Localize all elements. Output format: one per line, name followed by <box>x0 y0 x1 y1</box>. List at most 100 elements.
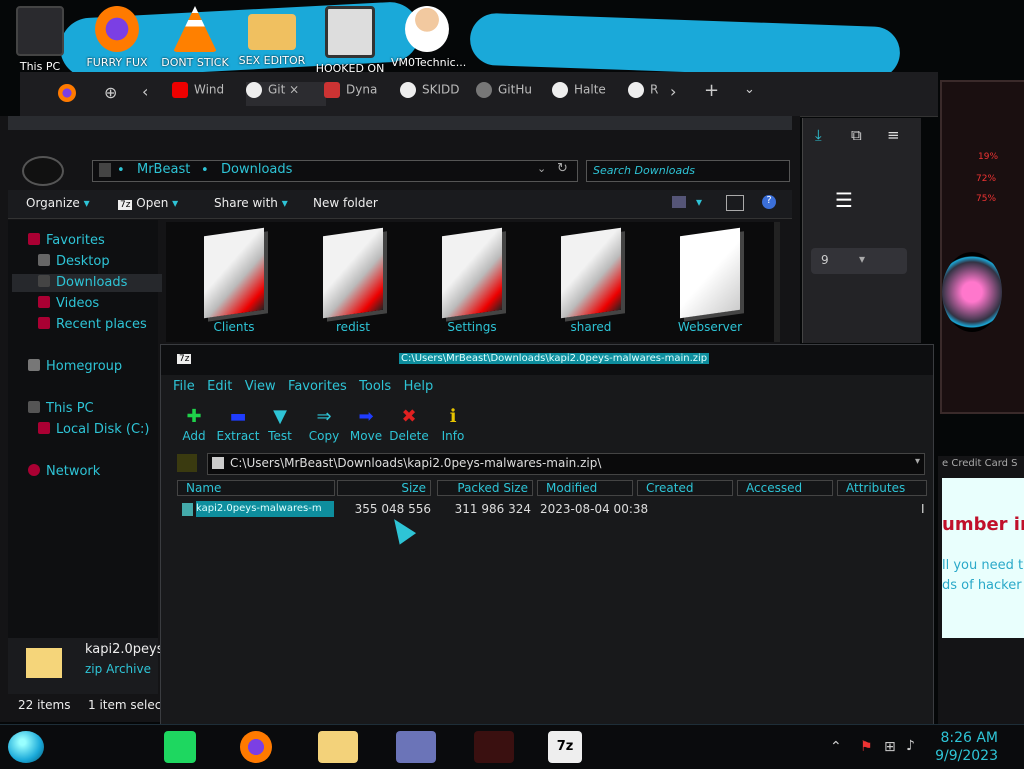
desktop-icon-hooked-on[interactable]: HOOKED ON <box>314 6 386 75</box>
7zip-taskbar-button[interactable]: 7z <box>548 731 582 763</box>
refresh-icon[interactable]: ↻ <box>557 161 568 176</box>
move-arrow-icon: ➡ <box>358 406 374 427</box>
nav-this-pc[interactable]: This PC <box>28 400 94 418</box>
start-button[interactable] <box>8 731 44 763</box>
globe-icon[interactable]: ⊕ <box>104 83 117 102</box>
extensions-icon[interactable]: ⧉ <box>851 126 862 144</box>
chevron-left-icon[interactable]: ‹ <box>142 82 148 101</box>
desktop-icon-this-pc[interactable]: This PC <box>4 6 76 73</box>
organize-button[interactable]: Organize ▾ <box>26 196 90 210</box>
column-size[interactable]: Size <box>337 480 431 496</box>
desktop-icon-furry-fux[interactable]: FURRY FUX <box>81 6 153 69</box>
firefox-icon[interactable] <box>58 84 76 102</box>
hud-gadget: 19% 72% 75% <box>940 80 1024 414</box>
column-modified[interactable]: Modified <box>537 480 633 496</box>
archive-path-field[interactable]: C:\Users\MrBeast\Downloads\kapi2.0peys-m… <box>207 453 925 475</box>
menu-edit[interactable]: Edit <box>207 379 232 394</box>
hamburger-icon[interactable]: ☰ <box>835 188 853 212</box>
homegroup-icon <box>28 359 40 371</box>
view-icon[interactable] <box>672 196 686 208</box>
folder-item[interactable]: shared <box>541 227 641 334</box>
page-select[interactable]: 9 ▾ <box>811 248 907 274</box>
column-packed-size[interactable]: Packed Size <box>437 480 533 496</box>
table-row[interactable]: kapi2.0peys-malwares-m 355 048 556 311 9… <box>177 501 927 521</box>
breadcrumb-item-downloads[interactable]: Downloads <box>221 162 292 177</box>
app-taskbar-button[interactable] <box>474 731 514 763</box>
menu-help[interactable]: Help <box>404 379 434 394</box>
desktop-icon-dont-stick[interactable]: DONT STICK <box>159 6 231 69</box>
address-bar[interactable]: • MrBeast • Downloads ⌄ ↻ <box>92 160 578 182</box>
info-icon: ℹ <box>449 406 457 427</box>
folder-icon <box>212 457 224 469</box>
nav-recent-places[interactable]: Recent places <box>38 316 147 334</box>
search-input[interactable]: Search Downloads <box>586 160 790 182</box>
page-tab-label[interactable]: e Credit Card S <box>942 458 1018 469</box>
share-with-button[interactable]: Share with ▾ <box>214 196 288 210</box>
firefox-taskbar-button[interactable] <box>240 731 272 763</box>
nav-homegroup[interactable]: Homegroup <box>28 358 122 376</box>
flag-icon[interactable]: ⚑ <box>860 739 873 755</box>
delete-button[interactable]: ✖ Delete <box>387 405 431 443</box>
add-button[interactable]: ✚ Add <box>172 405 216 443</box>
browser-tab[interactable]: Halte <box>552 82 612 106</box>
tray-chevron-icon[interactable]: ⌃ <box>830 739 842 755</box>
new-tab-icon[interactable]: + <box>704 80 719 101</box>
nav-desktop[interactable]: Desktop <box>38 253 110 271</box>
network-icon[interactable]: ⊞ <box>884 739 896 755</box>
folder-item[interactable]: Settings <box>422 227 522 334</box>
copy-button[interactable]: ⇒ Copy <box>302 405 346 443</box>
folder-item[interactable]: redist <box>303 227 403 334</box>
extract-button[interactable]: ▬ Extract <box>216 405 260 443</box>
menu-icon[interactable]: ≡ <box>887 126 900 144</box>
menu-favorites[interactable]: Favorites <box>288 379 347 394</box>
details-file-name: kapi2.0peys <box>85 642 164 657</box>
browser-tab[interactable]: SKIDD <box>400 82 460 106</box>
menu-tools[interactable]: Tools <box>359 379 391 394</box>
github-icon <box>628 82 644 98</box>
column-created[interactable]: Created <box>637 480 733 496</box>
desktop-icon-vm0technic[interactable]: VM0Technic... <box>391 6 466 69</box>
volume-icon[interactable]: ♪ <box>906 738 915 754</box>
up-folder-icon[interactable] <box>177 454 197 472</box>
menu-file[interactable]: File <box>173 379 195 394</box>
nav-videos[interactable]: Videos <box>38 295 99 313</box>
nav-network[interactable]: Network <box>28 463 100 481</box>
browser-tab-active[interactable]: Git × <box>246 82 326 106</box>
browser-tab[interactable]: R <box>628 82 672 106</box>
scrollbar[interactable] <box>774 222 780 342</box>
desktop-icon-sex-editor[interactable]: SEX EDITOR <box>236 6 308 67</box>
breadcrumb-item-mrbeast[interactable]: MrBeast <box>137 162 190 177</box>
preview-pane-icon[interactable] <box>726 195 744 211</box>
back-orb-icon[interactable] <box>22 156 64 186</box>
info-button[interactable]: ℹ Info <box>431 405 475 443</box>
app-taskbar-button[interactable] <box>396 731 436 763</box>
clock[interactable]: 8:26 AM 9/9/2023 <box>935 729 998 765</box>
browser-tab[interactable]: GitHu <box>476 82 536 106</box>
download-icon[interactable]: ⤓ <box>815 126 822 144</box>
nav-favorites[interactable]: Favorites <box>28 232 105 250</box>
help-icon[interactable]: ? <box>762 195 776 209</box>
open-button[interactable]: 7z Open ▾ <box>118 196 178 210</box>
chevron-down-icon[interactable]: ⌄ <box>537 162 546 175</box>
chevron-down-icon[interactable]: ▾ <box>696 195 702 209</box>
folder-item[interactable]: Webserver <box>660 227 760 334</box>
notes-app-button[interactable] <box>164 731 196 763</box>
column-name[interactable]: Name <box>177 480 335 496</box>
nav-local-disk[interactable]: Local Disk (C:) <box>38 421 149 439</box>
title-bar[interactable]: 7z C:\Users\MrBeast\Downloads\kapi2.0pey… <box>161 345 933 375</box>
new-folder-button[interactable]: New folder <box>313 196 378 210</box>
chevron-down-icon[interactable]: ⌄ <box>744 82 755 97</box>
column-attributes[interactable]: Attributes <box>837 480 927 496</box>
folder-item[interactable]: Clients <box>184 227 284 334</box>
chevron-down-icon[interactable]: ▾ <box>915 456 920 467</box>
chevron-right-icon[interactable]: › <box>670 82 676 101</box>
browser-tab[interactable]: Wind <box>172 82 228 106</box>
test-button[interactable]: ▼ Test <box>258 405 302 443</box>
move-button[interactable]: ➡ Move <box>344 405 388 443</box>
column-accessed[interactable]: Accessed <box>737 480 833 496</box>
close-icon[interactable]: × <box>289 83 299 97</box>
nav-downloads[interactable]: Downloads <box>12 274 162 292</box>
menu-view[interactable]: View <box>245 379 276 394</box>
explorer-taskbar-button[interactable] <box>318 731 358 763</box>
browser-tab[interactable]: Dyna <box>324 82 380 106</box>
